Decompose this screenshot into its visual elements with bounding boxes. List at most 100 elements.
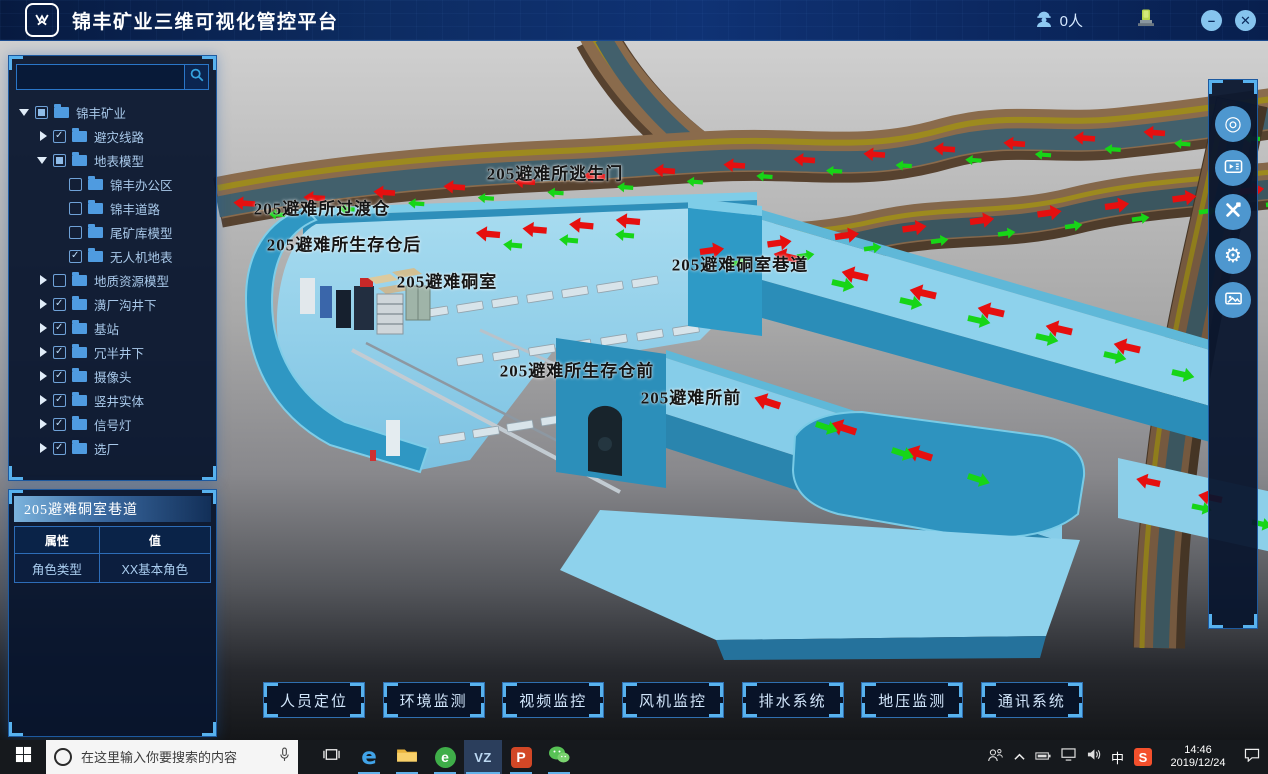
- tree-item[interactable]: 锦丰办公区: [9, 172, 216, 196]
- tree-item[interactable]: 地质资源模型: [9, 268, 216, 292]
- column-header: 属性: [15, 527, 100, 554]
- tree-item[interactable]: 地表模型: [9, 148, 216, 172]
- tree-item[interactable]: 冗半井下: [9, 340, 216, 364]
- tree-item[interactable]: 摄像头: [9, 364, 216, 388]
- folder-icon: [72, 371, 87, 382]
- expander-icon[interactable]: [37, 418, 49, 430]
- video-monitor-button[interactable]: 视频监控: [502, 682, 604, 718]
- checkbox[interactable]: [69, 178, 82, 191]
- start-button[interactable]: [0, 740, 46, 774]
- settings-button[interactable]: ⚙: [1215, 238, 1251, 274]
- ime-indicator[interactable]: 中: [1111, 748, 1124, 767]
- tree-item[interactable]: 基站: [9, 316, 216, 340]
- green-browser-icon: e: [435, 747, 456, 768]
- checkbox[interactable]: [69, 202, 82, 215]
- folder-icon: [88, 179, 103, 190]
- expander-icon[interactable]: [37, 298, 49, 310]
- checkbox[interactable]: [53, 154, 66, 167]
- checkbox[interactable]: [69, 250, 82, 263]
- image-button[interactable]: [1215, 282, 1251, 318]
- taskbar-clock[interactable]: 14:46 2019/12/24: [1162, 744, 1234, 770]
- green-browser-button[interactable]: e: [426, 740, 464, 774]
- ground-pressure-button[interactable]: 地压监测: [861, 682, 963, 718]
- people-icon[interactable]: [987, 747, 1004, 768]
- expander-icon[interactable]: [37, 274, 49, 286]
- scene-label: 205避难所过渡仓: [254, 195, 391, 220]
- checkbox[interactable]: [35, 106, 48, 119]
- folder-icon: [72, 155, 87, 166]
- checkbox[interactable]: [53, 442, 66, 455]
- wechat-button[interactable]: [540, 740, 578, 774]
- tree-item[interactable]: 锦丰矿业: [9, 100, 216, 124]
- expander-icon[interactable]: [37, 322, 49, 334]
- wechat-icon: [548, 745, 570, 770]
- checkbox[interactable]: [53, 274, 66, 287]
- tree-item[interactable]: 竖井实体: [9, 388, 216, 412]
- powerpoint-button[interactable]: P: [502, 740, 540, 774]
- expander-icon[interactable]: [37, 394, 49, 406]
- folder-icon: [72, 275, 87, 286]
- layers-panel: 锦丰矿业 避灾线路 地表模型 锦丰办公区 锦丰道路 尾矿库模型 无人机地表 地质…: [8, 55, 217, 481]
- scene-label: 205避难硐室巷道: [672, 251, 809, 276]
- drainage-system-button[interactable]: 排水系统: [742, 682, 844, 718]
- checkbox[interactable]: [53, 394, 66, 407]
- microphone-icon[interactable]: [279, 747, 290, 767]
- tree-item[interactable]: 信号灯: [9, 412, 216, 436]
- battery-icon[interactable]: [1035, 748, 1051, 766]
- table-row: 角色类型 XX基本角色: [15, 554, 211, 583]
- tree-item[interactable]: 避灾线路: [9, 124, 216, 148]
- scene-label: 205避难所逃生门: [487, 160, 624, 185]
- network-icon[interactable]: [1061, 748, 1076, 766]
- disc-icon: ◎: [1224, 114, 1241, 134]
- layer-search-input[interactable]: [16, 64, 184, 90]
- checkbox[interactable]: [53, 418, 66, 431]
- properties-title: 205避难硐室巷道: [14, 496, 211, 522]
- tree-item[interactable]: 潢厂沟井下: [9, 292, 216, 316]
- search-icon: [189, 67, 205, 88]
- file-explorer-button[interactable]: [388, 740, 426, 774]
- fan-monitor-button[interactable]: 风机监控: [622, 682, 724, 718]
- action-center-icon[interactable]: [1244, 748, 1260, 767]
- expander-icon[interactable]: [19, 106, 31, 118]
- communication-system-button[interactable]: 通讯系统: [981, 682, 1083, 718]
- disc-view-button[interactable]: ◎: [1215, 106, 1251, 142]
- checkbox[interactable]: [53, 346, 66, 359]
- tree-item[interactable]: 无人机地表: [9, 244, 216, 268]
- expander-icon[interactable]: [37, 370, 49, 382]
- personnel-location-button[interactable]: 人员定位: [263, 682, 365, 718]
- folder-icon: [72, 347, 87, 358]
- sogou-icon[interactable]: S: [1134, 748, 1152, 766]
- properties-table: 属性 值 角色类型 XX基本角色: [14, 526, 211, 583]
- environment-monitor-button[interactable]: 环境监测: [383, 682, 485, 718]
- taskbar-search-input[interactable]: [79, 749, 272, 766]
- tree-item[interactable]: 尾矿库模型: [9, 220, 216, 244]
- expander-icon[interactable]: [37, 154, 49, 166]
- checkbox[interactable]: [53, 298, 66, 311]
- folder-icon: [54, 107, 69, 118]
- viewport: 205避难所逃生门 205避难所过渡仓 205避难所生存仓后 205避难硐室 2…: [0, 40, 1268, 740]
- expander-icon[interactable]: [37, 442, 49, 454]
- checkbox[interactable]: [69, 226, 82, 239]
- search-button[interactable]: [184, 64, 209, 90]
- expander-icon[interactable]: [37, 346, 49, 358]
- date: 2019/12/24: [1162, 757, 1234, 770]
- tools-button[interactable]: [1215, 194, 1251, 230]
- edge-taskbar-button[interactable]: e: [350, 740, 388, 774]
- checkbox[interactable]: [53, 370, 66, 383]
- task-view-button[interactable]: [312, 740, 350, 774]
- checkbox[interactable]: [53, 130, 66, 143]
- scene-label: 205避难所生存仓后: [267, 231, 422, 256]
- taskbar-search-box[interactable]: [46, 740, 298, 774]
- close-button[interactable]: ✕: [1235, 10, 1256, 31]
- viz-app-button[interactable]: VZ: [464, 740, 502, 774]
- chevron-up-icon[interactable]: [1014, 748, 1025, 766]
- scene-label: 205避难硐室: [397, 268, 498, 293]
- speaker-icon[interactable]: [1086, 748, 1101, 766]
- checkbox[interactable]: [53, 322, 66, 335]
- expander-icon[interactable]: [37, 130, 49, 142]
- video-player-button[interactable]: [1215, 150, 1251, 186]
- tree-item[interactable]: 锦丰道路: [9, 196, 216, 220]
- tree-item[interactable]: 选厂: [9, 436, 216, 460]
- minimize-button[interactable]: –: [1201, 10, 1222, 31]
- edge-icon: e: [361, 744, 377, 770]
